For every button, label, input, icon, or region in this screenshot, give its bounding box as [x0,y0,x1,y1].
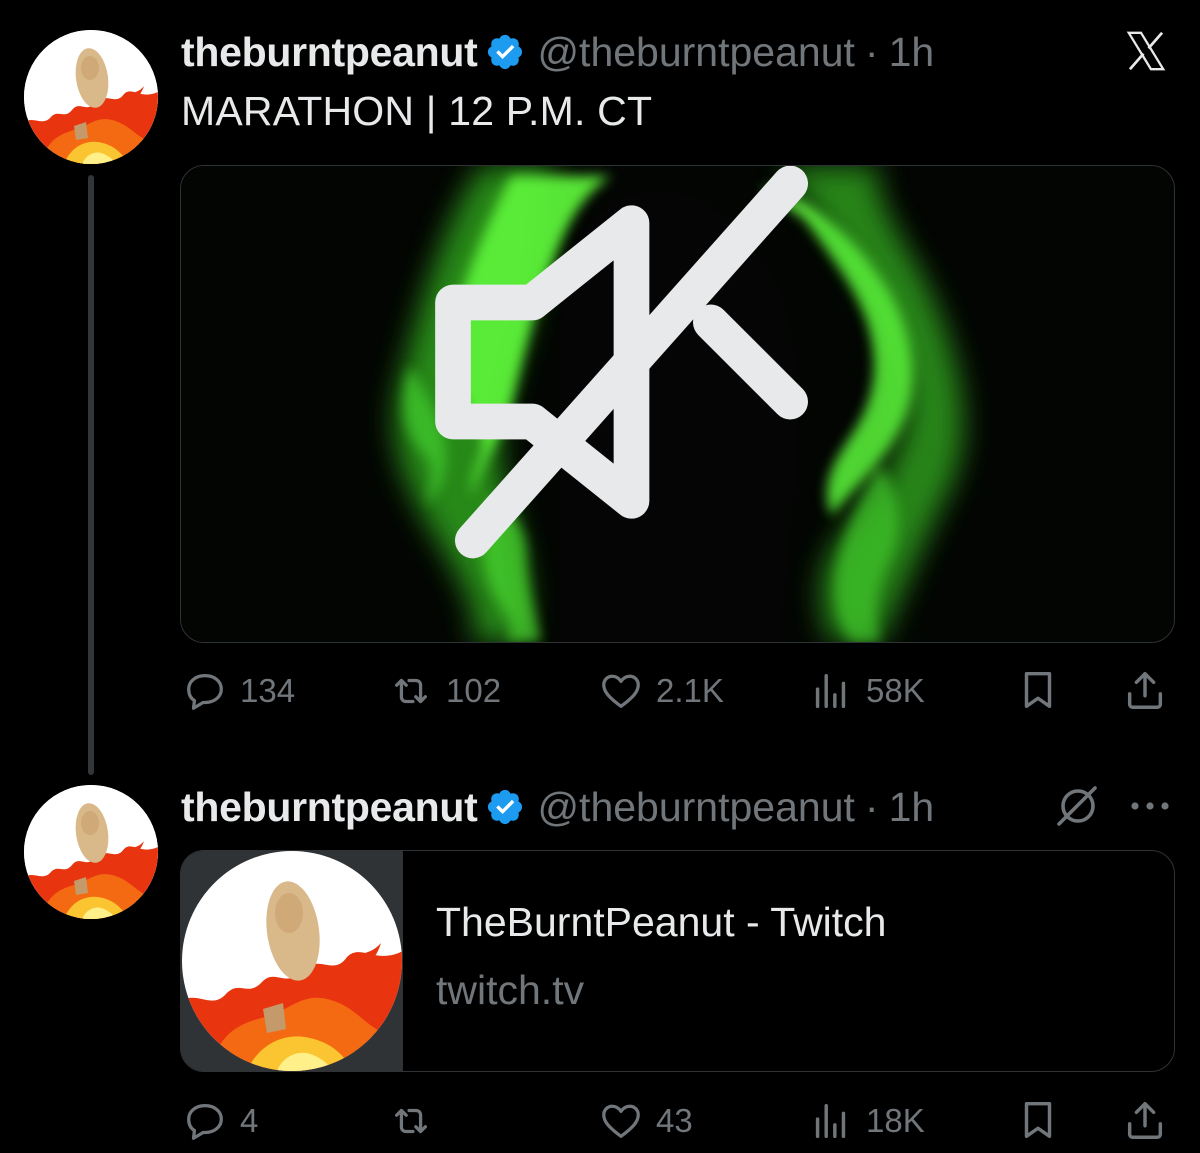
views-count: 58K [866,672,925,709]
video-player[interactable] [180,165,1175,643]
repost-button[interactable]: 102 [388,667,501,715]
heart-icon [602,674,640,708]
reply-count: 4 [240,1102,259,1139]
post-header: theburntpeanut @theburntpeanut · 1h [181,27,934,77]
post-timestamp[interactable]: 1h [889,784,935,831]
link-card-domain: twitch.tv [436,967,585,1013]
like-button[interactable]: 43 [598,1097,693,1145]
author-display-name[interactable]: theburntpeanut [181,784,478,831]
views-chart-icon [815,1103,846,1139]
reply-button[interactable]: 4 [182,1097,258,1145]
post-text: MARATHON | 12 P.M. CT [181,88,653,134]
speaker-muted-icon[interactable] [180,165,1128,600]
more-options-icon[interactable] [1128,792,1172,820]
like-count: 2.1K [656,672,724,709]
post-action-bar: 134 102 2.1K 58K [180,667,1180,715]
verified-badge-icon[interactable] [485,787,525,827]
reply-bubble-icon [187,1104,223,1140]
separator-dot: · [864,783,879,830]
separator-dot: · [864,28,879,75]
post-action-bar: 4 43 18K [180,1097,1180,1145]
author-avatar[interactable] [24,785,158,919]
views-button[interactable]: 18K [808,1097,925,1145]
heart-icon [602,1104,640,1138]
post-timestamp[interactable]: 1h [889,29,935,76]
repost-icon [394,678,428,704]
author-handle[interactable]: @theburntpeanut [537,784,854,831]
share-icon[interactable] [1122,667,1168,713]
author-display-name[interactable]: theburntpeanut [181,29,478,76]
repost-button[interactable] [388,1097,446,1145]
link-card-thumbnail [181,851,403,1071]
link-card-title: TheBurntPeanut - Twitch [436,899,887,945]
peanut-fire-avatar-image [24,30,158,164]
views-chart-icon [815,673,846,709]
repost-icon [394,1108,428,1134]
views-count: 18K [866,1102,925,1139]
bookmark-icon[interactable] [1015,667,1061,713]
link-preview-card[interactable]: TheBurntPeanut - Twitch twitch.tv [180,850,1175,1072]
peanut-fire-avatar-image [24,785,158,919]
x-logo-icon[interactable] [1122,28,1170,74]
like-button[interactable]: 2.1K [598,667,724,715]
reply-button[interactable]: 134 [182,667,295,715]
author-avatar[interactable] [24,30,158,164]
bookmark-icon[interactable] [1015,1097,1061,1143]
post-header: theburntpeanut @theburntpeanut · 1h [181,782,934,832]
thread-connector-line [88,175,94,775]
views-button[interactable]: 58K [808,667,925,715]
reply-count: 134 [240,672,296,709]
share-icon[interactable] [1122,1097,1168,1143]
grok-icon[interactable] [1053,782,1101,830]
verified-badge-icon[interactable] [485,32,525,72]
author-handle[interactable]: @theburntpeanut [537,29,854,76]
like-count: 43 [656,1102,693,1139]
reply-bubble-icon [187,674,223,710]
peanut-fire-thumbnail-image [181,851,403,1071]
repost-count: 102 [446,672,502,709]
